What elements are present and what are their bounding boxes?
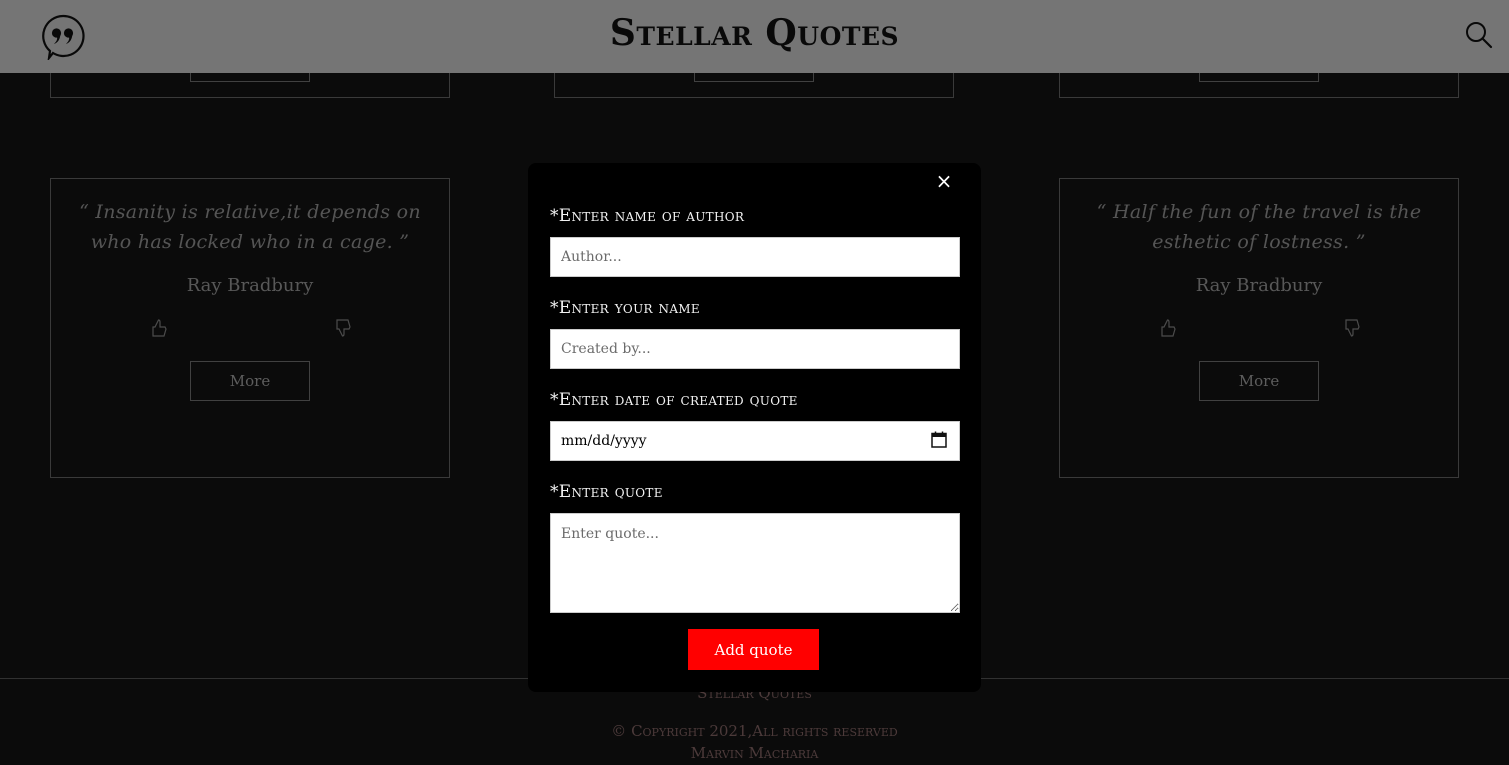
author-input[interactable] [550, 237, 960, 277]
quote-textarea[interactable] [550, 513, 960, 613]
author-label: *Enter name of author [550, 206, 745, 226]
date-placeholder: mm/dd/yyyy [561, 433, 647, 449]
close-icon[interactable]: × [932, 169, 956, 193]
add-quote-modal: × *Enter name of author *Enter your name… [528, 163, 981, 692]
date-label: *Enter date of created quote [550, 390, 798, 410]
add-quote-button[interactable]: Add quote [688, 629, 819, 670]
name-label: *Enter your name [550, 298, 700, 318]
calendar-icon[interactable] [931, 431, 947, 452]
quote-label: *Enter quote [550, 482, 663, 502]
date-input[interactable]: mm/dd/yyyy [550, 421, 960, 461]
name-input[interactable] [550, 329, 960, 369]
